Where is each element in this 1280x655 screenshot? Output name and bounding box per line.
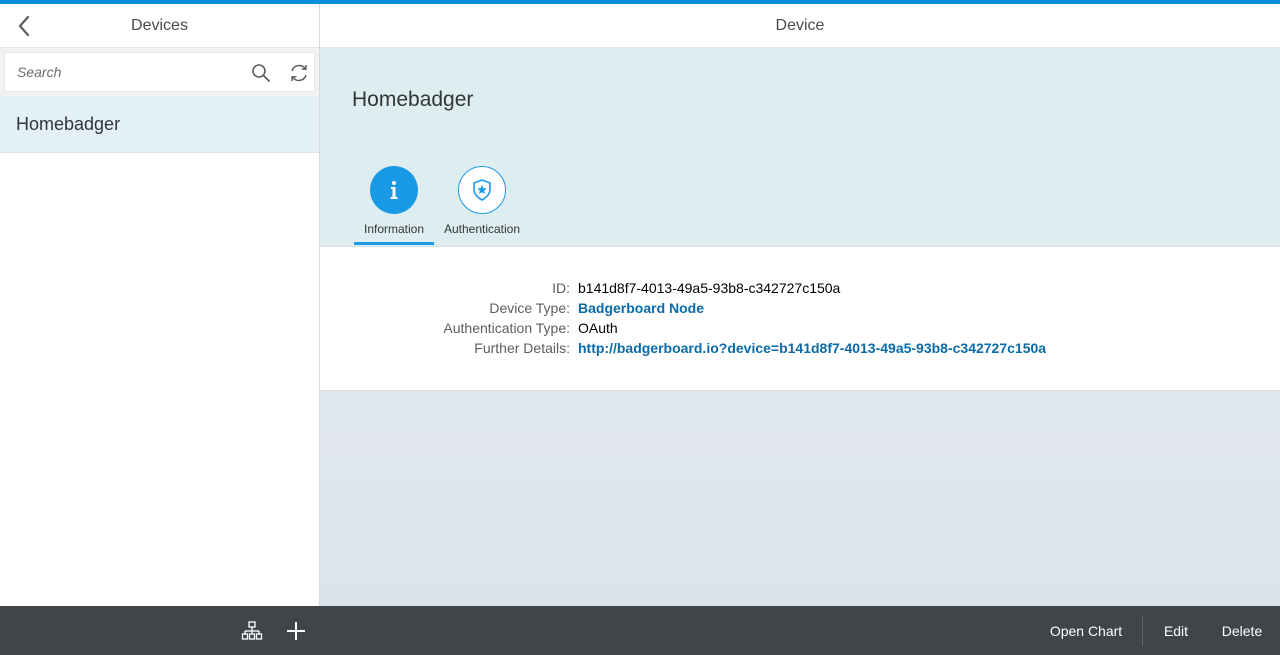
delete-button[interactable]: Delete — [1214, 606, 1270, 655]
field-label: Authentication Type: — [443, 320, 570, 336]
tab-icon-circle — [458, 166, 506, 214]
device-type-link[interactable]: Badgerboard Node — [578, 300, 704, 316]
refresh-button[interactable] — [287, 61, 311, 85]
search-box — [4, 52, 315, 92]
field-further-details: Further Details: http://badgerboard.io?d… — [320, 340, 1280, 360]
field-value: OAuth — [578, 320, 618, 336]
tab-authentication[interactable]: Authentication — [440, 166, 524, 246]
search-bar — [0, 48, 319, 96]
master-footer — [0, 606, 320, 655]
field-value: b141d8f7-4013-49a5-93b8-c342727c150a — [578, 280, 841, 296]
list-item[interactable]: Homebadger — [0, 96, 319, 153]
edit-button[interactable]: Edit — [1154, 606, 1198, 655]
field-authentication-type: Authentication Type: OAuth — [320, 320, 1280, 340]
detail-pane: Device Homebadger Information Authentica… — [320, 4, 1280, 655]
add-device-button[interactable] — [283, 618, 309, 644]
open-chart-button[interactable]: Open Chart — [1038, 606, 1134, 655]
field-label: Device Type: — [489, 300, 570, 316]
detail-header: Device — [320, 4, 1280, 48]
object-header: Homebadger Information Authentication — [320, 48, 1280, 246]
search-button[interactable] — [249, 61, 273, 85]
further-details-link[interactable]: http://badgerboard.io?device=b141d8f7-40… — [578, 340, 1046, 356]
master-title: Devices — [131, 16, 188, 34]
search-input[interactable] — [5, 53, 240, 91]
tab-label: Authentication — [443, 222, 521, 236]
master-pane: Devices Homebadger — [0, 4, 320, 655]
hierarchy-button[interactable] — [239, 618, 265, 644]
shield-star-icon — [473, 179, 491, 201]
refresh-icon — [291, 64, 307, 82]
info-icon — [390, 181, 398, 199]
tab-icon-circle — [370, 166, 418, 214]
master-header: Devices — [0, 4, 319, 48]
hierarchy-icon — [241, 621, 263, 640]
tab-information[interactable]: Information — [354, 166, 434, 246]
field-device-type: Device Type: Badgerboard Node — [320, 300, 1280, 320]
detail-title: Device — [775, 16, 825, 34]
device-name: Homebadger — [16, 113, 121, 134]
object-title: Homebadger — [352, 88, 474, 111]
selected-tab-indicator — [354, 242, 434, 245]
field-label: Further Details: — [474, 340, 570, 356]
search-icon — [252, 64, 270, 82]
tab-label: Information — [363, 222, 425, 236]
device-list: Homebadger — [0, 96, 319, 153]
field-label: ID: — [552, 280, 570, 296]
chevron-left-icon — [18, 15, 30, 37]
footer-divider — [1142, 616, 1143, 646]
information-panel: ID: b141d8f7-4013-49a5-93b8-c342727c150a… — [320, 246, 1280, 391]
field-id: ID: b141d8f7-4013-49a5-93b8-c342727c150a — [320, 280, 1280, 300]
back-button[interactable] — [10, 12, 38, 40]
add-icon — [287, 622, 305, 640]
detail-footer: Open Chart Edit Delete — [320, 606, 1280, 655]
